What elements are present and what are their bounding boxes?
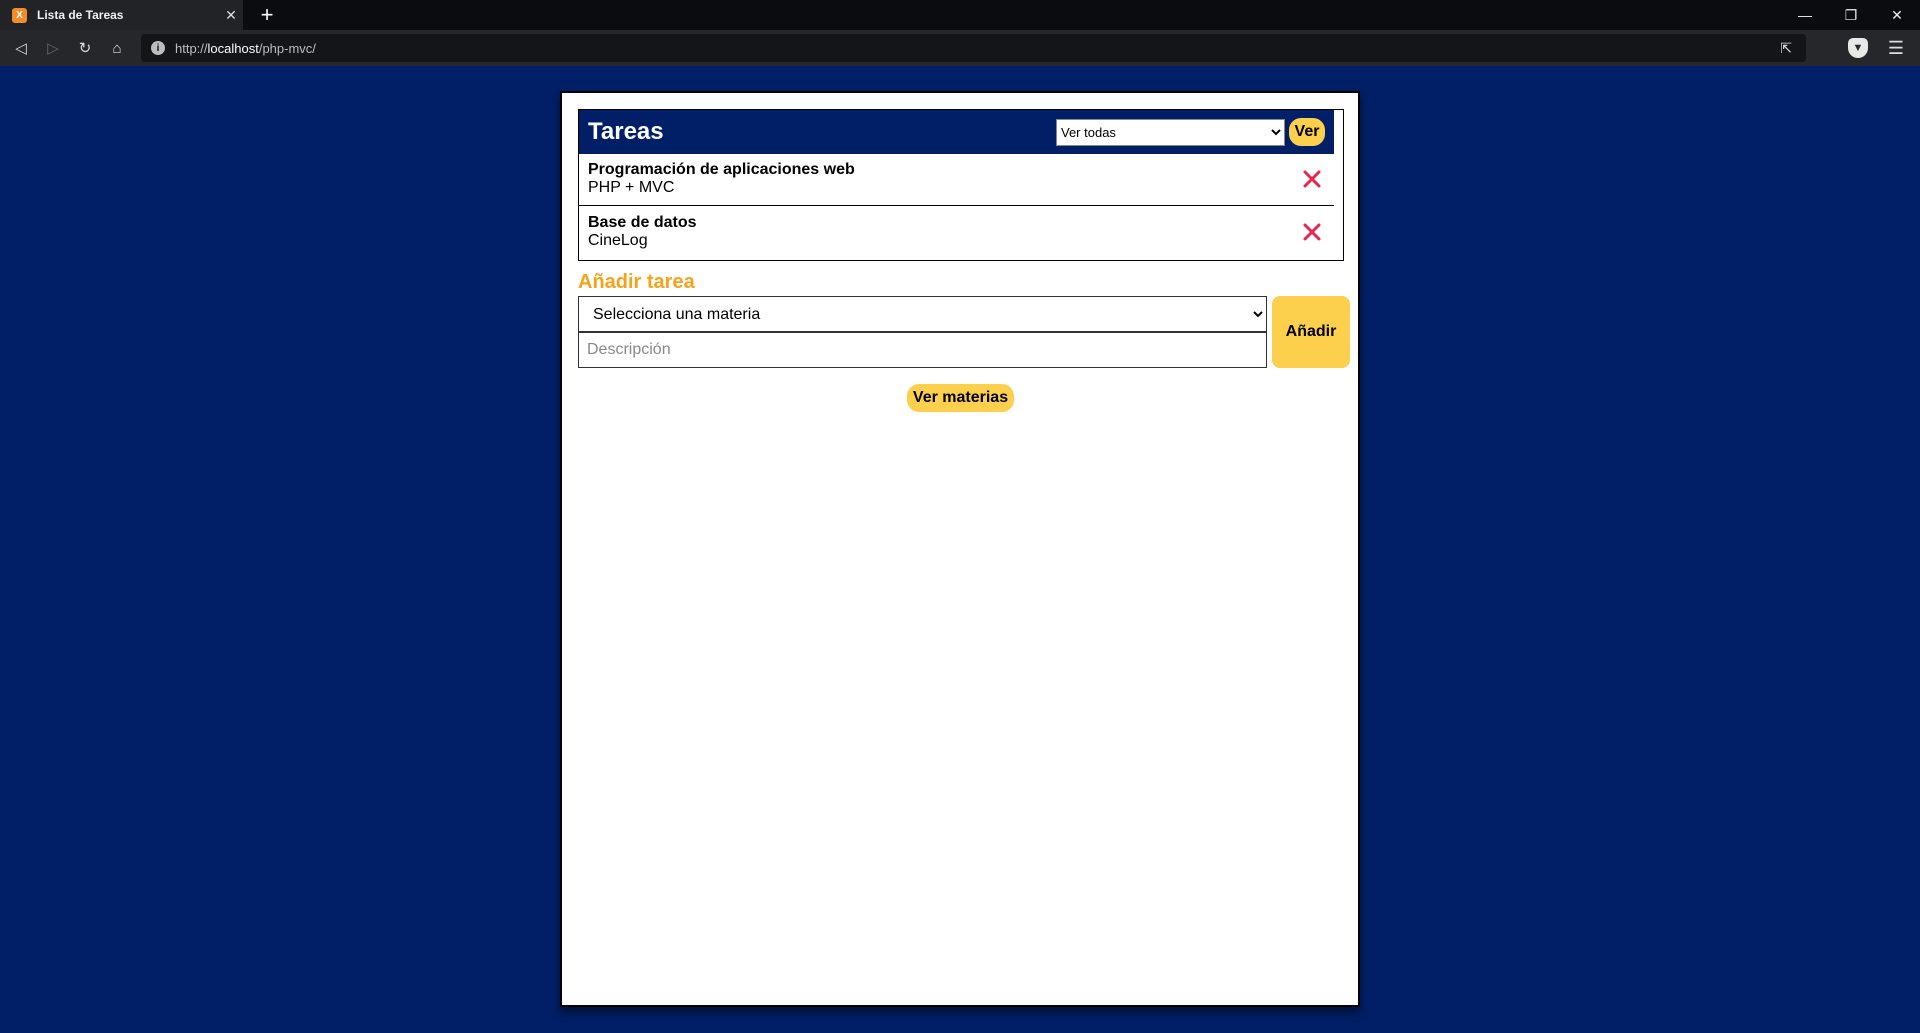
back-icon[interactable]: ◁ xyxy=(9,36,33,60)
add-task-button[interactable]: Añadir xyxy=(1272,296,1350,368)
forward-icon[interactable]: ▷ xyxy=(41,36,65,60)
close-tab-icon[interactable]: ✕ xyxy=(219,7,243,24)
subject-filter-select[interactable]: Ver todas xyxy=(1056,119,1285,146)
tasks-title: Tareas xyxy=(588,118,664,145)
share-icon[interactable]: ⇱ xyxy=(1780,40,1792,57)
browser-tab-bar: X Lista de Tareas ✕ + — ❐ ✕ xyxy=(0,0,1920,30)
new-tab-button[interactable]: + xyxy=(255,2,279,28)
address-bar[interactable]: i http:// localhost /php-mvc/ ⇱ xyxy=(141,34,1806,62)
brave-shield-icon[interactable]: ▼ xyxy=(1848,38,1868,58)
menu-icon[interactable]: ☰ xyxy=(1884,36,1908,60)
delete-icon[interactable] xyxy=(1299,219,1325,245)
description-input[interactable] xyxy=(578,332,1267,368)
minimize-icon[interactable]: — xyxy=(1782,0,1828,30)
tab-title: Lista de Tareas xyxy=(37,8,124,22)
reload-icon[interactable]: ↻ xyxy=(73,36,97,60)
url-path: /php-mvc/ xyxy=(258,40,316,56)
close-window-icon[interactable]: ✕ xyxy=(1874,0,1920,30)
subject-select[interactable]: Selecciona una materia xyxy=(578,296,1267,332)
restore-icon[interactable]: ❐ xyxy=(1828,0,1874,30)
task-description: PHP + MVC xyxy=(588,179,675,196)
task-subject: Programación de aplicaciones web xyxy=(588,161,855,178)
browser-toolbar: ◁ ▷ ↻ ⌂ i http:// localhost /php-mvc/ ⇱ … xyxy=(0,30,1920,66)
task-subject: Base de datos xyxy=(588,214,697,231)
task-row: Base de datos CineLog xyxy=(579,207,1334,259)
task-description: CineLog xyxy=(588,232,648,249)
view-subjects-button[interactable]: Ver materias xyxy=(907,384,1014,412)
filter-button[interactable]: Ver xyxy=(1289,118,1325,146)
tasks-panel: Tareas Ver todas Ver Programación de apl… xyxy=(578,109,1344,261)
page-card: Tareas Ver todas Ver Programación de apl… xyxy=(560,91,1360,1007)
url-host: localhost xyxy=(207,40,259,56)
tasks-header: Tareas Ver todas Ver xyxy=(579,110,1334,154)
site-info-icon[interactable]: i xyxy=(151,41,165,55)
add-task-title: Añadir tarea xyxy=(578,271,695,293)
home-icon[interactable]: ⌂ xyxy=(105,36,129,60)
delete-icon[interactable] xyxy=(1299,166,1325,192)
xampp-favicon-icon: X xyxy=(12,7,27,23)
browser-tab[interactable]: X Lista de Tareas ✕ xyxy=(0,0,243,30)
task-row: Programación de aplicaciones web PHP + M… xyxy=(579,154,1334,206)
url-scheme: http:// xyxy=(175,40,208,56)
window-controls: — ❐ ✕ xyxy=(1782,0,1920,30)
